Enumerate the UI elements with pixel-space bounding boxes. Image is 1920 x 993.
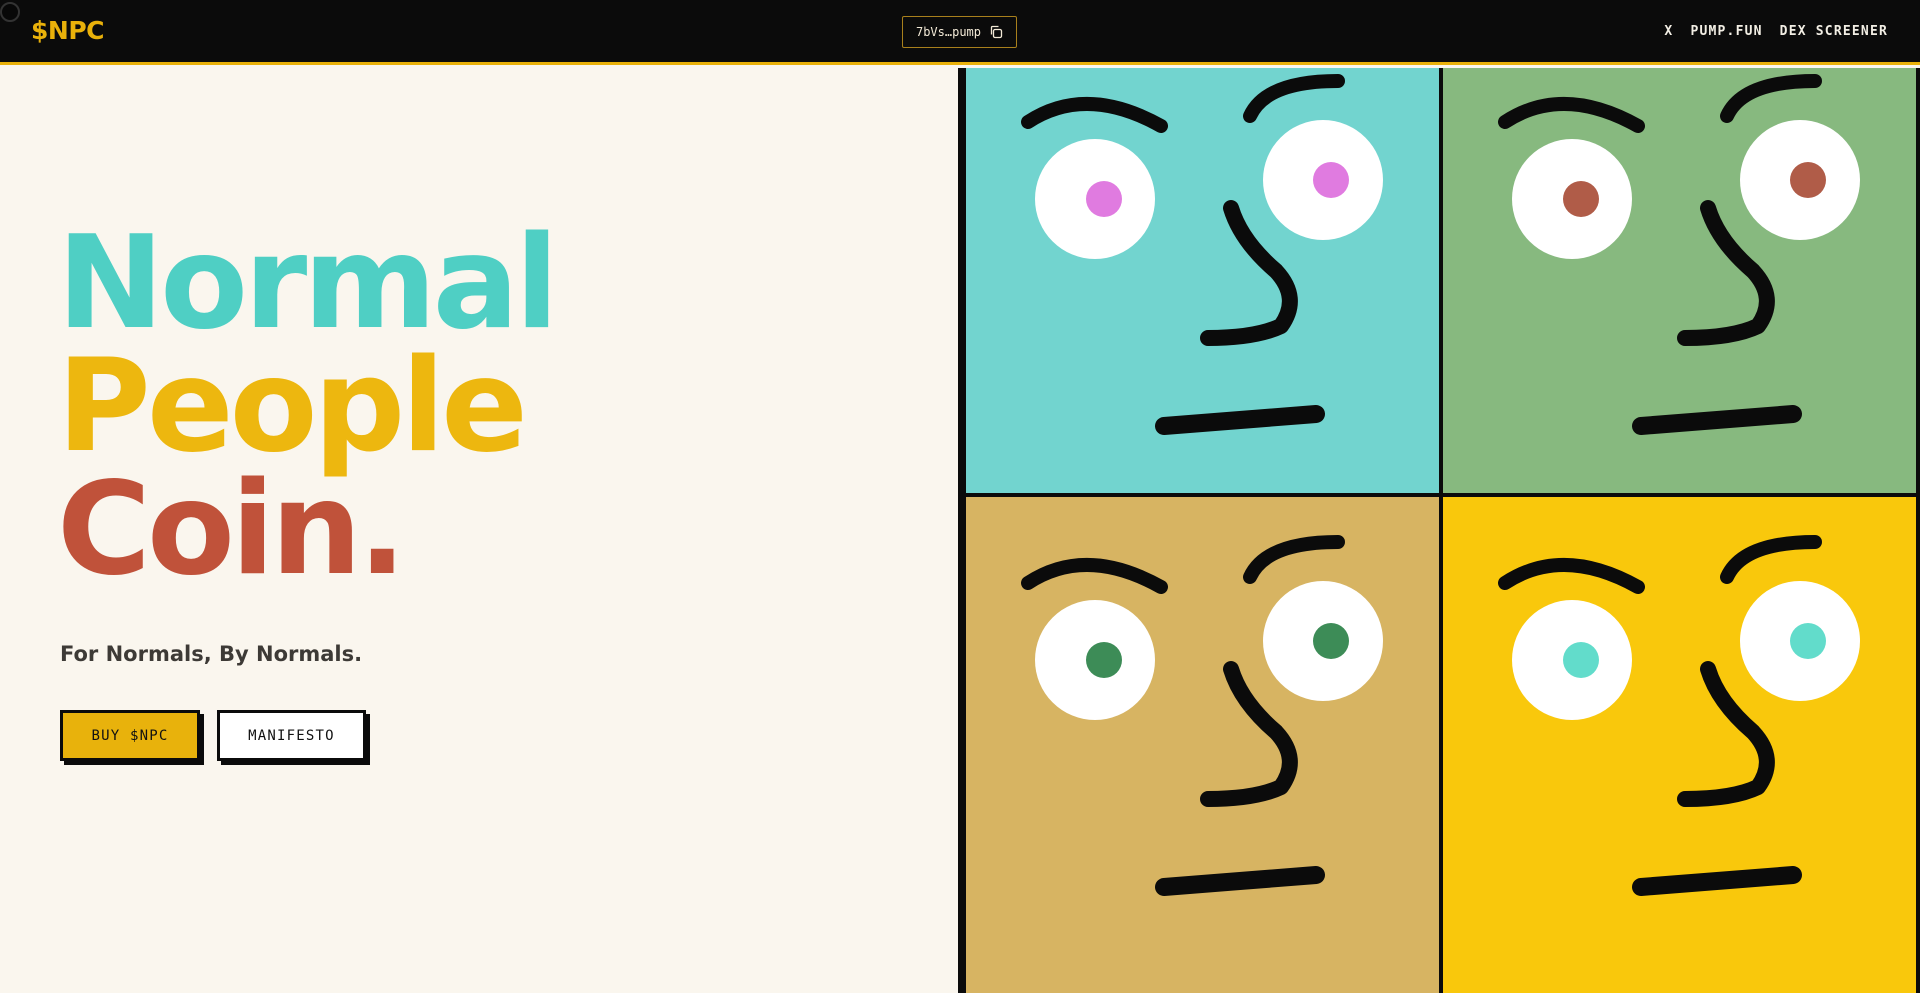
npc-face-tile-2	[1443, 68, 1916, 493]
npc-face-tile-1	[966, 68, 1439, 493]
npc-face-icon	[1021, 74, 1383, 435]
npc-face-grid	[958, 68, 1920, 993]
manifesto-button[interactable]: MANIFESTO	[217, 710, 366, 761]
hero-title-line-coin: Coin.	[57, 455, 406, 604]
npc-face-tile-3	[966, 497, 1439, 993]
hero-title: Normal People Coin.	[57, 209, 559, 604]
npc-face-tile-4	[1443, 497, 1916, 993]
npc-face-icon	[1498, 74, 1860, 435]
npc-face-icon	[1021, 535, 1383, 896]
npc-face-icon	[1498, 535, 1860, 896]
hero-title-line-people: People	[57, 332, 528, 481]
cursor-indicator	[0, 2, 20, 22]
site-logo[interactable]: $NPC	[31, 16, 105, 45]
hero-title-line-normal: Normal	[57, 209, 559, 358]
hero-tagline: For Normals, By Normals.	[60, 642, 363, 666]
buy-npc-button[interactable]: BUY $NPC	[60, 710, 200, 761]
